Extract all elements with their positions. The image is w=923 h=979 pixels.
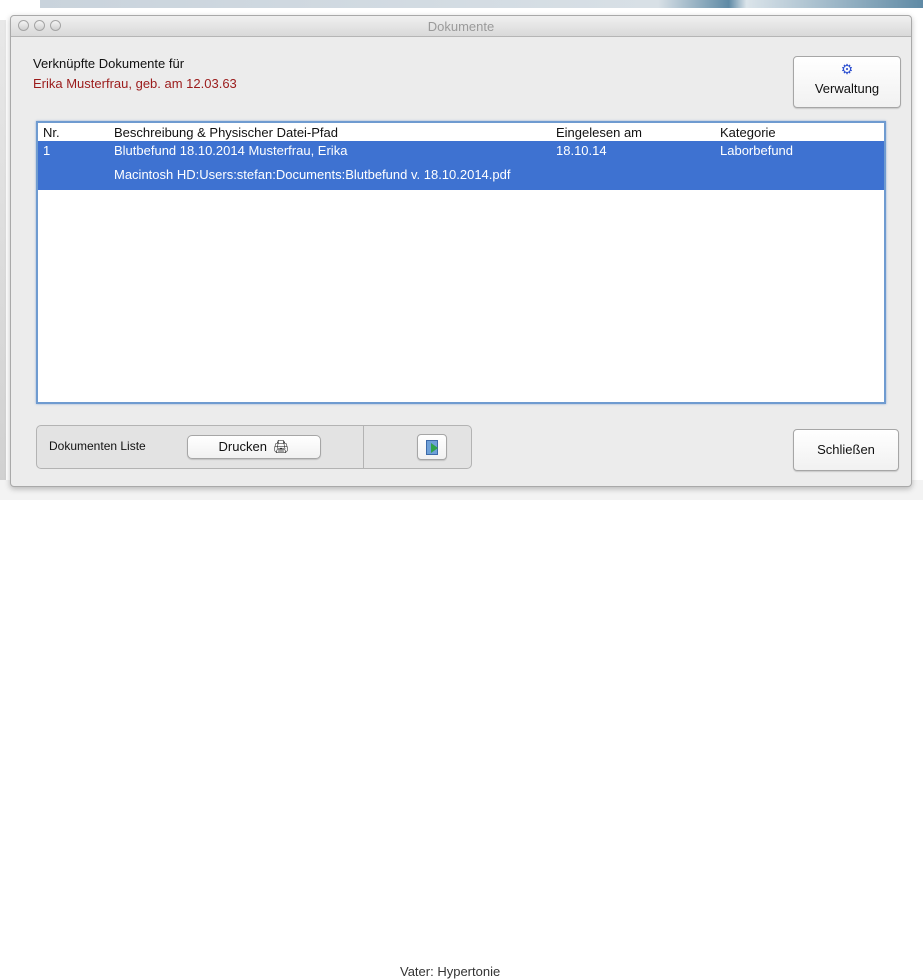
documents-table[interactable]: Nr. Beschreibung & Physischer Datei-Pfad… — [36, 121, 886, 404]
background-toolbar — [40, 0, 923, 8]
table-row[interactable]: 1 Blutbefund 18.10.2014 Musterfrau, Erik… — [38, 141, 884, 190]
background-text: Vater: Hypertonie — [400, 964, 501, 979]
linked-documents-heading: Verknüpfte Dokumente für — [33, 56, 185, 71]
verwaltung-button[interactable]: ⚙ Verwaltung — [793, 56, 901, 108]
row-nr: 1 — [43, 143, 51, 158]
column-header-beschreibung[interactable]: Beschreibung & Physischer Datei-Pfad — [114, 125, 338, 140]
group-divider — [363, 426, 364, 468]
dokumente-window: Dokumente Verknüpfte Dokumente für Erika… — [10, 15, 912, 487]
schliessen-button[interactable]: Schließen — [793, 429, 899, 471]
row-dateipfad: Macintosh HD:Users:stefan:Documents:Blut… — [114, 167, 511, 182]
gear-icon: ⚙ — [840, 61, 854, 77]
column-header-kategorie[interactable]: Kategorie — [720, 125, 776, 140]
drucken-button[interactable]: Drucken 🖨 — [187, 435, 321, 459]
drucken-button-label: Drucken — [218, 439, 267, 454]
green-arrow-icon — [431, 443, 438, 453]
verwaltung-button-label: Verwaltung — [814, 81, 880, 96]
dokumenten-liste-group: Dokumenten Liste Drucken 🖨 — [36, 425, 472, 469]
patient-name: Erika Musterfrau, geb. am 12.03.63 — [33, 76, 237, 91]
dokumenten-liste-label: Dokumenten Liste — [49, 439, 146, 453]
window-title: Dokumente — [427, 19, 495, 34]
column-resize-marker — [546, 193, 556, 201]
printer-icon: 🖨 — [272, 439, 290, 454]
column-header-eingelesen[interactable]: Eingelesen am — [556, 125, 642, 140]
row-kategorie: Laborbefund — [720, 143, 794, 158]
background-edge — [0, 20, 6, 490]
table-header: Nr. Beschreibung & Physischer Datei-Pfad… — [38, 123, 884, 142]
export-button[interactable] — [417, 434, 447, 460]
row-eingelesen: 18.10.14 — [556, 143, 607, 158]
row-beschreibung: Blutbefund 18.10.2014 Musterfrau, Erika — [114, 143, 348, 158]
title-bar[interactable]: Dokumente — [11, 16, 911, 37]
column-header-nr[interactable]: Nr. — [43, 125, 60, 140]
